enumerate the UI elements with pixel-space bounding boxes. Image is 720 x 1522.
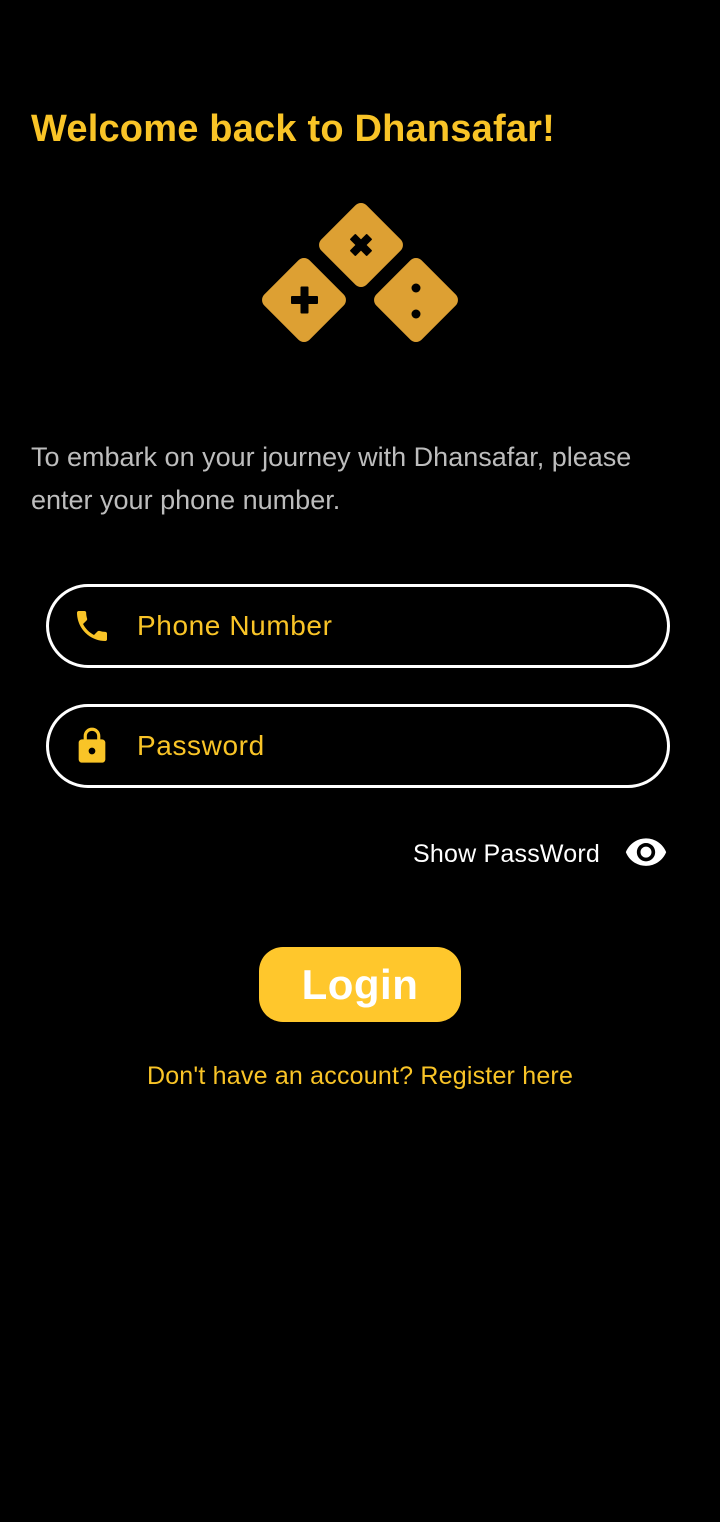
login-button[interactable]: Login bbox=[259, 947, 461, 1022]
eye-icon[interactable] bbox=[624, 838, 668, 870]
app-logo bbox=[254, 196, 466, 348]
phone-icon bbox=[71, 605, 113, 647]
intro-text: To embark on your journey with Dhansafar… bbox=[31, 442, 632, 515]
password-input[interactable] bbox=[137, 707, 637, 785]
show-password-toggle[interactable]: Show PassWord bbox=[413, 832, 668, 876]
lock-icon bbox=[71, 725, 113, 767]
math-operators-diamonds-icon bbox=[262, 203, 458, 342]
password-field[interactable] bbox=[46, 704, 670, 788]
show-password-label: Show PassWord bbox=[413, 839, 600, 868]
phone-field[interactable] bbox=[46, 584, 670, 668]
page-title: Welcome back to Dhansafar! bbox=[31, 108, 555, 150]
phone-input[interactable] bbox=[137, 587, 637, 665]
register-link[interactable]: Don't have an account? Register here bbox=[0, 1062, 720, 1091]
